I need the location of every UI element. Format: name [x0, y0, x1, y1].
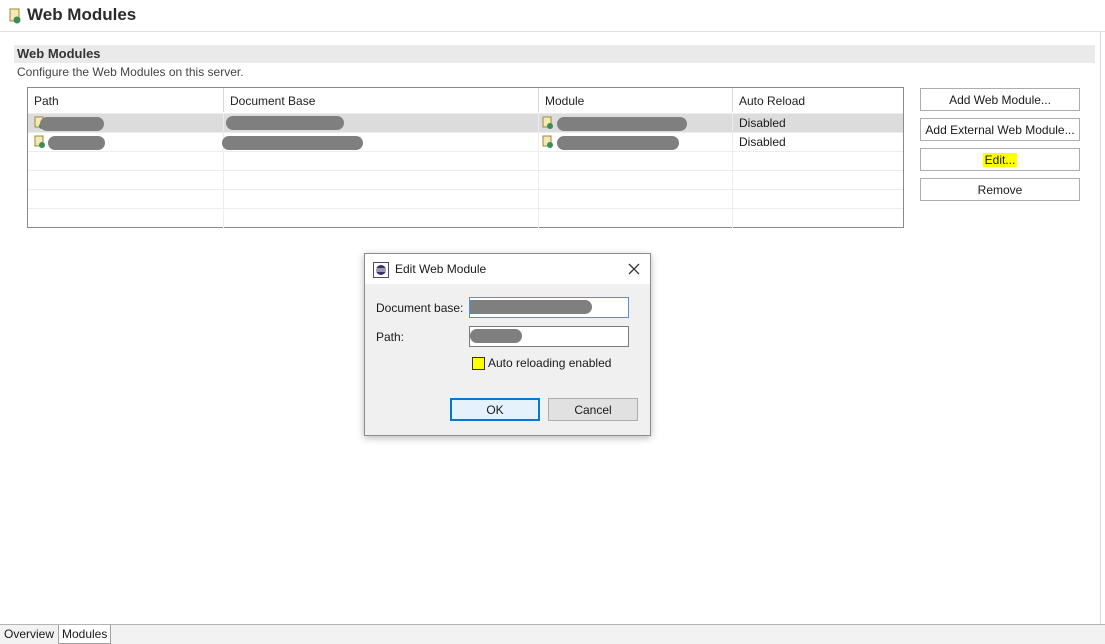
web-module-icon: [542, 135, 553, 148]
redacted-text: [557, 117, 687, 131]
empty-table-row: [28, 208, 903, 228]
column-header-auto-reload[interactable]: Auto Reload: [733, 88, 903, 112]
edit-button[interactable]: Edit...: [920, 148, 1080, 171]
empty-table-row: [28, 189, 903, 209]
path-input[interactable]: [469, 326, 629, 347]
table-row[interactable]: Disabled: [28, 132, 903, 152]
document-base-label: Document base:: [376, 301, 464, 315]
editor-tab-bar: Overview Modules: [0, 624, 1105, 644]
auto-reload-value: Disabled: [739, 135, 786, 149]
web-module-icon: [9, 8, 21, 24]
document-base-input[interactable]: [469, 297, 629, 318]
editor-title: Web Modules: [27, 5, 137, 24]
redacted-text: [48, 136, 105, 150]
section-description: Configure the Web Modules on this server…: [17, 65, 244, 79]
path-label: Path:: [376, 330, 405, 344]
ok-button[interactable]: OK: [450, 398, 540, 421]
tab-modules[interactable]: Modules: [58, 625, 112, 644]
redacted-text: [470, 329, 522, 343]
module-cell: [539, 114, 733, 133]
close-icon[interactable]: [627, 262, 641, 276]
web-module-icon: [34, 135, 45, 148]
auto-reload-checkbox-label[interactable]: Auto reloading enabled: [488, 356, 614, 370]
dialog-titlebar[interactable]: Edit Web Module: [365, 254, 650, 284]
section-title: Web Modules: [17, 46, 101, 61]
redacted-text: [557, 136, 679, 150]
empty-table-row: [28, 151, 903, 171]
path-cell: [28, 133, 224, 152]
document-base-cell: [224, 114, 539, 133]
auto-reload-cell: Disabled: [733, 114, 903, 133]
auto-reload-cell: Disabled: [733, 133, 903, 152]
cancel-button[interactable]: Cancel: [548, 398, 638, 421]
web-module-icon: [542, 116, 553, 129]
module-cell: [539, 133, 733, 152]
redacted-text: [470, 300, 592, 314]
add-external-web-module-button[interactable]: Add External Web Module...: [920, 118, 1080, 141]
tab-overview[interactable]: Overview: [1, 625, 57, 644]
auto-reload-value: Disabled: [739, 116, 786, 130]
section-header: Web Modules: [14, 45, 1095, 63]
redacted-text: [40, 117, 104, 131]
editor-header: Web Modules: [0, 0, 1105, 32]
table-header: Path Document Base Module Auto Reload: [28, 88, 903, 112]
table-row[interactable]: Disabled: [28, 113, 903, 133]
edit-web-module-dialog: Edit Web Module Document base: Path: Aut…: [364, 253, 651, 436]
column-header-path[interactable]: Path: [28, 88, 224, 112]
dialog-title: Edit Web Module: [395, 262, 487, 276]
empty-table-row: [28, 170, 903, 190]
redacted-text: [222, 136, 363, 150]
editor-right-border: [1100, 32, 1101, 624]
web-modules-table[interactable]: Path Document Base Module Auto Reload Di…: [27, 87, 904, 228]
add-web-module-button[interactable]: Add Web Module...: [920, 88, 1080, 111]
edit-button-label: Edit...: [982, 152, 1018, 167]
auto-reload-checkbox[interactable]: [472, 357, 485, 370]
eclipse-app-icon: [373, 262, 389, 278]
redacted-text: [226, 116, 344, 130]
document-base-cell: [222, 133, 539, 152]
path-cell: [28, 114, 224, 133]
column-header-document-base[interactable]: Document Base: [224, 88, 539, 112]
remove-button[interactable]: Remove: [920, 178, 1080, 201]
column-header-module[interactable]: Module: [539, 88, 733, 112]
